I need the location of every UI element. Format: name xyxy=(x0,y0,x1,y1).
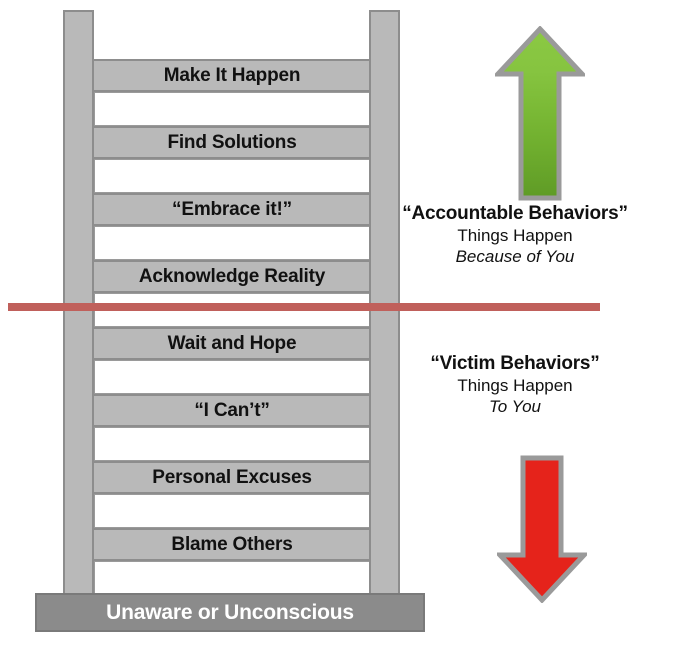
victim-behaviors-line1: Things Happen xyxy=(457,376,573,396)
downward-red-arrow-icon xyxy=(494,455,590,604)
upward-green-arrow-icon xyxy=(492,25,588,201)
ladder-rung-label: Personal Excuses xyxy=(152,467,312,488)
ladder-base-label: Unaware or Unconscious xyxy=(106,601,354,624)
ladder-gap xyxy=(94,226,370,260)
accountability-divider-line xyxy=(8,303,600,311)
ladder-rung-label: “I Can’t” xyxy=(194,400,270,421)
ladder-rung-blame-others[interactable]: Blame Others xyxy=(94,528,370,561)
ladder-rung-find-solutions[interactable]: Find Solutions xyxy=(94,126,370,159)
accountable-behaviors-title: “Accountable Behaviors” xyxy=(402,203,628,224)
ladder-rung-personal-excuses[interactable]: Personal Excuses xyxy=(94,461,370,494)
victim-behaviors-line2: To You xyxy=(488,397,541,417)
ladder-rung-embrace-it[interactable]: “Embrace it!” xyxy=(94,193,370,226)
accountable-behaviors-line1: Things Happen xyxy=(457,226,573,246)
ladder-rung-label: “Embrace it!” xyxy=(172,199,292,220)
ladder-rung-acknowledge-reality[interactable]: Acknowledge Reality xyxy=(94,260,370,293)
victim-behaviors-title: “Victim Behaviors” xyxy=(430,353,600,374)
ladder-gap xyxy=(94,561,370,595)
accountability-ladder-diagram: Make It Happen Find Solutions “Embrace i… xyxy=(0,0,676,654)
ladder-rung-label: Find Solutions xyxy=(167,132,297,153)
ladder-gap xyxy=(94,427,370,461)
ladder-rung-i-cant[interactable]: “I Can’t” xyxy=(94,394,370,427)
accountable-behaviors-annotation: “Accountable Behaviors” Things Happen Be… xyxy=(395,203,635,268)
ladder-gap xyxy=(94,92,370,126)
ladder-gap xyxy=(94,159,370,193)
ladder-gap xyxy=(94,494,370,528)
ladder-rung-label: Make It Happen xyxy=(163,65,301,86)
ladder-rung-label: Wait and Hope xyxy=(167,333,297,354)
ladder-rung-make-it-happen[interactable]: Make It Happen xyxy=(94,59,370,92)
ladder-base-bar[interactable]: Unaware or Unconscious xyxy=(35,593,425,632)
ladder-rung-wait-and-hope[interactable]: Wait and Hope xyxy=(94,327,370,360)
ladder-rung-label: Acknowledge Reality xyxy=(138,266,326,287)
victim-behaviors-annotation: “Victim Behaviors” Things Happen To You xyxy=(395,353,635,418)
accountable-behaviors-line2: Because of You xyxy=(455,247,575,267)
ladder-rung-label: Blame Others xyxy=(171,534,293,555)
ladder-gap xyxy=(94,360,370,394)
